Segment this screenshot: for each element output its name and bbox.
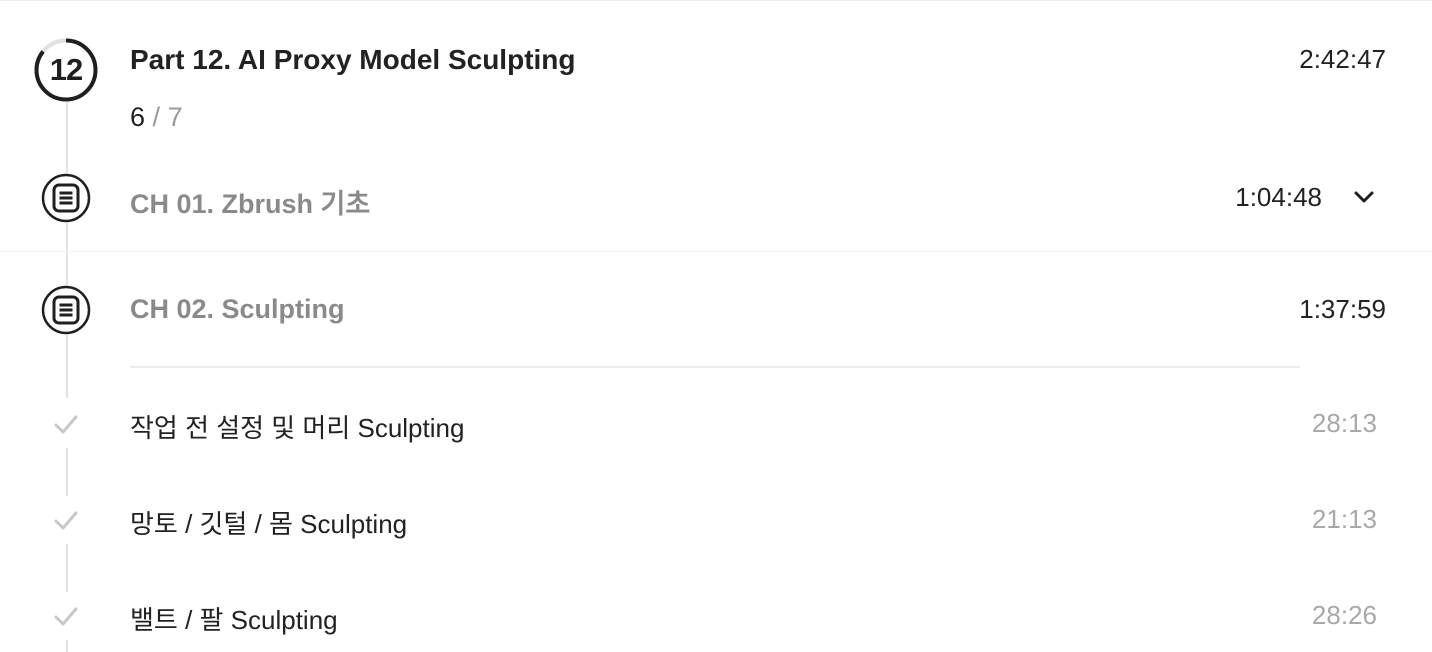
timeline-line	[66, 448, 68, 496]
lesson-row[interactable]: 망토 / 깃털 / 몸 Sculpting 21:13	[0, 490, 1432, 550]
part-progress-badge: 12	[34, 38, 98, 102]
document-list-icon	[41, 285, 91, 335]
lesson-duration: 28:26	[1311, 600, 1377, 630]
check-icon	[52, 410, 80, 438]
progress-separator: /	[152, 102, 161, 132]
lesson-row[interactable]: 작업 전 설정 및 머리 Sculpting 28:13	[0, 394, 1432, 454]
timeline-line	[66, 220, 68, 290]
lesson-duration: 28:13	[1311, 408, 1377, 438]
lesson-title: 망토 / 깃털 / 몸 Sculpting	[130, 509, 408, 539]
chapter-title: CH 02. Sculpting	[130, 294, 345, 324]
check-icon	[52, 506, 80, 534]
timeline-line	[66, 544, 68, 592]
part-progress-count: 6 / 7	[130, 102, 183, 133]
part-number: 12	[49, 52, 83, 87]
lesson-title: 작업 전 설정 및 머리 Sculpting	[130, 413, 465, 443]
check-icon	[52, 602, 80, 630]
part-duration: 2:42:47	[1299, 44, 1386, 74]
lesson-duration: 21:13	[1311, 504, 1377, 534]
lesson-row[interactable]: 밸트 / 팔 Sculpting 28:26	[0, 586, 1432, 646]
chapter-title: CH 01. Zbrush 기초	[130, 189, 371, 219]
lesson-title: 밸트 / 팔 Sculpting	[130, 605, 338, 635]
top-border	[0, 0, 1432, 1]
part-title: Part 12. AI Proxy Model Sculpting	[130, 44, 576, 75]
chapter-divider	[130, 366, 1300, 368]
section-divider	[0, 251, 1432, 252]
progress-total: 7	[167, 102, 183, 132]
chapter-duration: 1:37:59	[1299, 294, 1386, 324]
chapter-duration: 1:04:48	[1235, 182, 1322, 212]
timeline-line	[66, 102, 68, 177]
chevron-down-icon[interactable]	[1352, 185, 1376, 209]
progress-completed: 6	[130, 102, 146, 132]
timeline-line	[66, 332, 68, 398]
document-list-icon	[41, 173, 91, 223]
